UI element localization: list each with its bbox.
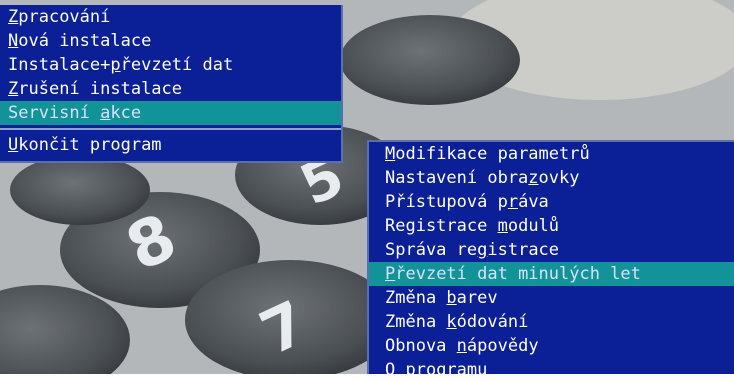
calculator-key-icon	[340, 15, 520, 105]
menu-divider	[0, 125, 341, 133]
submenu-item-obnova-napovedy[interactable]: Obnova nápovědy	[369, 334, 734, 358]
menu-item-instalace-prevzeti-dat[interactable]: Instalace+převzetí dat	[0, 53, 341, 77]
submenu-item-pristupova-prava[interactable]: Přístupová práva	[369, 190, 734, 214]
service-submenu: Modifikace parametrů Nastavení obrazovky…	[367, 140, 734, 380]
submenu-item-zmena-kodovani[interactable]: Změna kódování	[369, 310, 734, 334]
main-menu: Zpracování Nová instalace Instalace+přev…	[0, 5, 343, 163]
submenu-item-sprava-registrace[interactable]: Správa registrace	[369, 238, 734, 262]
menu-item-zruseni-instalace[interactable]: Zrušení instalace	[0, 77, 341, 101]
menu-item-ukoncit-program[interactable]: Ukončit program	[0, 133, 341, 157]
menu-item-servisni-akce[interactable]: Servisní akce	[0, 101, 341, 125]
menu-item-nova-instalace[interactable]: Nová instalace	[0, 29, 341, 53]
menu-item-zpracovani[interactable]: Zpracování	[0, 5, 341, 29]
submenu-item-o-programu[interactable]: O programu	[369, 358, 734, 382]
submenu-item-prevzeti-dat-minulych-let[interactable]: Převzetí dat minulých let	[369, 262, 734, 286]
submenu-item-zmena-barev[interactable]: Změna barev	[369, 286, 734, 310]
submenu-item-modifikace-parametru[interactable]: Modifikace parametrů	[369, 142, 734, 166]
submenu-item-registrace-modulu[interactable]: Registrace modulů	[369, 214, 734, 238]
submenu-item-nastaveni-obrazovky[interactable]: Nastavení obrazovky	[369, 166, 734, 190]
